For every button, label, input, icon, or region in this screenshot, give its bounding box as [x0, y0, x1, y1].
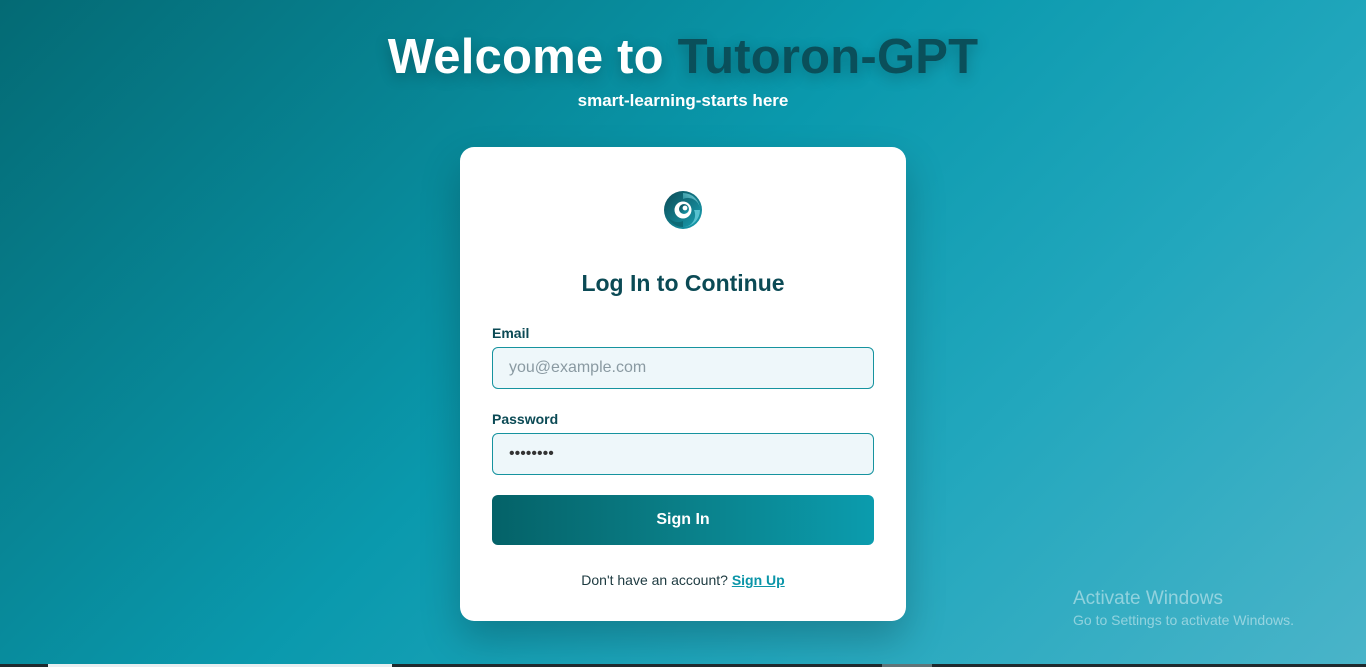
hero-header: Welcome to Tutoron-GPT smart-learning-st… — [0, 28, 1366, 111]
brand-name: Tutoron-GPT — [677, 30, 979, 84]
watermark-subtitle: Go to Settings to activate Windows. — [1073, 612, 1294, 628]
sign-in-button[interactable]: Sign In — [492, 495, 874, 545]
no-account-text: Don't have an account? — [581, 572, 732, 588]
email-field[interactable] — [492, 347, 874, 389]
signup-prompt: Don't have an account? Sign Up — [460, 572, 906, 588]
watermark-title: Activate Windows — [1073, 588, 1223, 609]
page-title: Welcome to Tutoron-GPT — [0, 28, 1366, 86]
activate-windows-watermark: Activate Windows Go to Settings to activ… — [1073, 588, 1294, 628]
login-card: Log In to Continue Email Password Sign I… — [460, 147, 906, 621]
swirl-logo-icon — [664, 191, 702, 229]
tagline: smart-learning-starts here — [577, 91, 789, 110]
password-label: Password — [492, 411, 559, 427]
email-label: Email — [492, 325, 530, 341]
sign-up-link[interactable]: Sign Up — [732, 572, 785, 588]
login-heading: Log In to Continue — [581, 270, 785, 296]
password-field[interactable] — [492, 433, 874, 475]
title-prefix: Welcome to — [387, 30, 678, 84]
